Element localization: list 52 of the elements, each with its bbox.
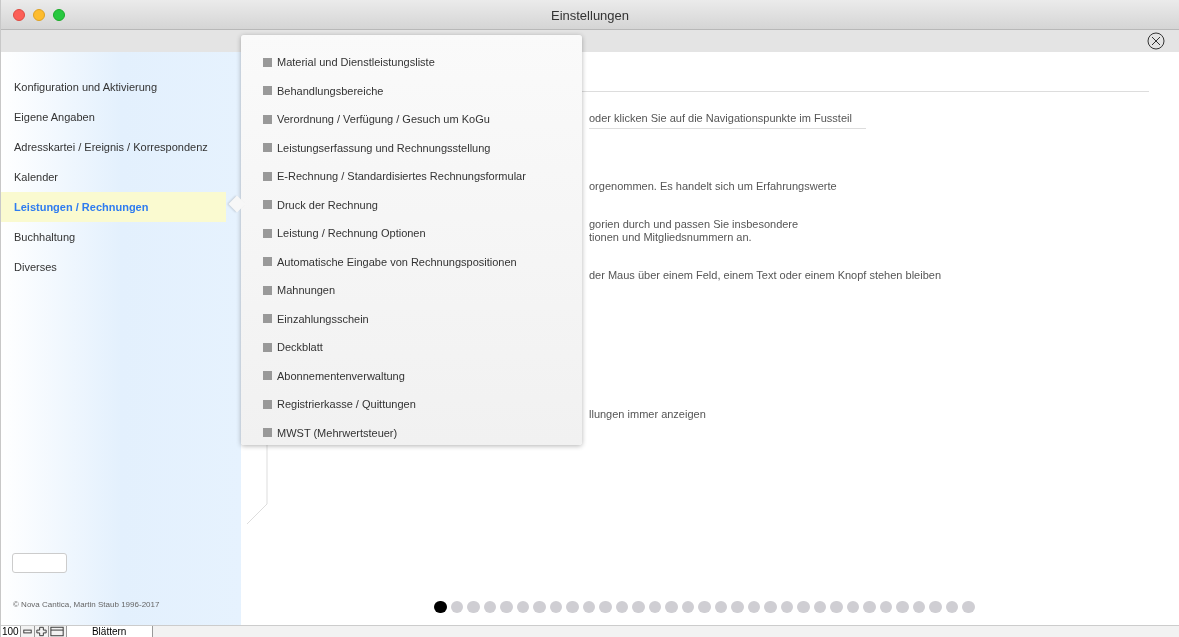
close-icon[interactable] [1147, 32, 1165, 50]
submenu-item[interactable]: Verordnung / Verfügung / Gesuch um KoGu [241, 105, 582, 134]
square-icon [263, 342, 272, 352]
sidebar-item[interactable]: Kalender [1, 162, 241, 192]
navigation-hint-text: oder klicken Sie auf die Navigationspunkte im Fussteil [589, 110, 866, 129]
help-text: der Maus über einem Feld, einem Text oder einem Knopf stehen bleiben [589, 268, 942, 282]
zoom-out-icon[interactable] [20, 626, 35, 637]
zoom-in-icon[interactable] [34, 626, 49, 637]
submenu-item[interactable]: E-Rechnung / Standardisiertes Rechnungsformular [241, 162, 582, 191]
square-icon [263, 228, 272, 238]
window-title: Einstellungen [550, 7, 630, 25]
option-label: llungen immer anzeigen [589, 406, 707, 422]
sidebar-item[interactable]: Adresskartei / Ereignis / Korrespondenz [1, 132, 241, 162]
square-icon [263, 200, 272, 210]
submenu-item[interactable]: Mahnungen [241, 276, 582, 305]
submenu-item[interactable]: Leistungserfassung und Rechnungsstellung [241, 133, 582, 162]
square-icon [263, 428, 272, 438]
window-icon[interactable] [48, 626, 67, 637]
help-text: orgenommen. Es handelt sich um Erfahrungswerte [589, 179, 838, 193]
zoom-level: 100 [1, 626, 21, 637]
minimize-window-button[interactable] [33, 8, 45, 21]
square-icon [263, 143, 272, 153]
sidebar-item[interactable]: Leistungen / Rechnungen [1, 192, 226, 222]
sidebar-item[interactable]: Konfiguration und Aktivierung [1, 72, 241, 102]
close-window-button[interactable] [13, 8, 25, 21]
submenu-item[interactable]: Behandlungsbereiche [241, 76, 582, 105]
square-icon [263, 57, 272, 67]
sidebar-item[interactable]: Diverses [1, 252, 241, 282]
square-icon [263, 285, 272, 295]
square-icon [263, 371, 272, 381]
input-field[interactable] [12, 553, 67, 573]
submenu-item[interactable]: Leistung / Rechnung Optionen [241, 219, 582, 248]
submenu-item[interactable]: Automatische Eingabe von Rechnungspositionen [241, 247, 582, 276]
square-icon [263, 114, 272, 124]
sidebar-item[interactable]: Eigene Angaben [1, 102, 241, 132]
submenu-item[interactable]: Deckblatt [241, 333, 582, 362]
copyright-text: © Nova Cantica, Martin Staub 1996-2017 [13, 599, 161, 611]
submenu-item[interactable]: Material und Dienstleistungsliste [241, 48, 582, 77]
square-icon [263, 86, 272, 96]
square-icon [263, 399, 272, 409]
submenu-item[interactable]: MWST (Mehrwertsteuer) [241, 418, 582, 447]
square-icon [263, 257, 272, 267]
help-text: gorien durch und passen Sie insbesondere tionen und Mitgliedsnummern an. [589, 217, 800, 244]
submenu-item[interactable]: Registrierkasse / Quittungen [241, 390, 582, 419]
mode-tab[interactable]: Blättern [66, 626, 153, 637]
sidebar-item[interactable]: Buchhaltung [1, 222, 241, 252]
zoom-window-button[interactable] [53, 8, 65, 21]
submenu-item[interactable]: Einzahlungsschein [241, 304, 582, 333]
submenu-item[interactable]: Abonnementenverwaltung [241, 361, 582, 390]
square-icon [263, 171, 272, 181]
submenu-item[interactable]: Druck der Rechnung [241, 190, 582, 219]
square-icon [263, 314, 272, 324]
